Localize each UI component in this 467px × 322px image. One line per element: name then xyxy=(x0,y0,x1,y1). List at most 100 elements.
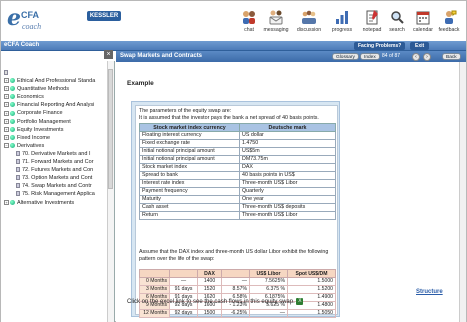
sidebar-item[interactable]: + Economics xyxy=(4,93,108,101)
excel-icon[interactable]: X xyxy=(296,298,304,305)
toolbar-messaging-button[interactable]: messaging xyxy=(260,9,292,33)
table-row: Maturity One year xyxy=(139,195,336,204)
sidebar-item[interactable]: + Fixed Income xyxy=(4,134,108,142)
sidebar-item[interactable]: + Ethical And Professional Standa xyxy=(4,77,108,85)
page-icon xyxy=(16,159,20,165)
prev-page-button[interactable]: ‹ xyxy=(412,52,420,61)
sidebar-item[interactable]: + Portfolio Management xyxy=(4,118,108,126)
topic-bullet-icon xyxy=(10,118,15,124)
table-cell: — xyxy=(221,277,250,286)
expand-icon[interactable]: + xyxy=(4,118,9,124)
intro-line: The parameters of the equity swap are: xyxy=(139,108,232,114)
table-cell: Return xyxy=(139,211,240,220)
table-row: 0 Months —1400—7.5625% 1.5000 xyxy=(139,277,336,286)
expand-icon[interactable]: + xyxy=(4,110,9,116)
table-cell: US$5m xyxy=(239,147,336,156)
sidebar-item-label: Portfolio Management xyxy=(17,118,71,125)
sidebar-close-button[interactable]: × xyxy=(104,50,113,59)
next-page-button[interactable]: › xyxy=(423,52,431,61)
toolbar-label: feedback xyxy=(438,27,460,33)
sidebar-item[interactable]: + Corporate Finance xyxy=(4,109,108,117)
main-panel: Facing Problems? Exit Swap Markets and C… xyxy=(116,42,466,322)
logo-cfa: CFA xyxy=(21,10,39,20)
sidebar: + Ethical And Professional Standa + Quantit… xyxy=(1,61,115,322)
table-row: 3 Months 91 days 1520 8.57% 6.375 % 1.5200 xyxy=(139,285,336,294)
rates-header-cell: Spot US$/DM xyxy=(287,269,336,278)
topic-bullet-icon xyxy=(10,86,15,92)
sidebar-item[interactable]: + Alternative Investments xyxy=(4,199,108,207)
index-button[interactable]: Index xyxy=(360,53,380,60)
table-row: 12 Months 92 days 1500 -6.25% —1.5050 xyxy=(139,309,336,318)
table-cell: Floating interest currency xyxy=(139,131,240,140)
sidebar-item[interactable]: 74. Swap Markets and Contr xyxy=(4,182,108,190)
table-cell: Spread to bank xyxy=(139,171,240,180)
table-cell: Interest rate index xyxy=(139,179,240,188)
sidebar-item-label: Economics xyxy=(17,94,44,101)
logo-coach: coach xyxy=(22,22,42,31)
toolbar-discussion-button[interactable]: discussion xyxy=(293,9,325,33)
intro-line: It is assumed that the investor pays the… xyxy=(139,115,319,121)
table-cell: 1.4750 xyxy=(239,139,336,148)
table-cell: -6.25% xyxy=(221,309,250,318)
exit-button[interactable]: Exit xyxy=(410,42,430,50)
terms-header-left: Stock market index currency xyxy=(139,123,240,132)
notepad-icon xyxy=(364,9,380,25)
sidebar-item-label: 73. Option Markets and Cont xyxy=(22,175,93,182)
sidebar-scrollbar[interactable] xyxy=(107,61,114,322)
sidebar-item[interactable]: 72. Futures Markets and Con xyxy=(4,166,108,174)
table-cell: 3 Months xyxy=(139,285,170,294)
sidebar-item-label: Derivatives xyxy=(17,142,45,149)
collapse-icon[interactable]: − xyxy=(4,142,9,148)
sidebar-item[interactable]: 75. Risk Management Applica xyxy=(4,190,108,198)
feedback-icon xyxy=(441,9,457,25)
progress-icon xyxy=(334,9,350,25)
calendar-icon xyxy=(415,9,431,25)
expand-icon[interactable]: + xyxy=(4,94,9,100)
glossary-button[interactable]: Glossary xyxy=(332,53,359,60)
sidebar-header xyxy=(1,51,115,61)
facing-problems-button[interactable]: Facing Problems? xyxy=(354,42,406,50)
table-cell: DM73.75m xyxy=(239,155,336,164)
expand-icon[interactable]: + xyxy=(4,78,9,84)
table-cell: Maturity xyxy=(139,195,240,204)
sidebar-item-label: Corporate Finance xyxy=(17,110,63,117)
topic-bullet-icon xyxy=(10,102,15,108)
expand-icon[interactable]: + xyxy=(4,134,9,140)
sidebar-scroll-thumb[interactable] xyxy=(108,69,113,189)
table-row: Spread to bank 40 basis points in US$ xyxy=(139,171,336,180)
rates-header-cell: US$ Libor xyxy=(249,269,288,278)
table-cell: Initial notional principal amount xyxy=(139,147,240,156)
sidebar-item[interactable]: 73. Option Markets and Cont xyxy=(4,174,108,182)
toolbar-feedback-button[interactable]: feedback xyxy=(433,9,465,33)
sidebar-item[interactable]: + Equity Investments xyxy=(4,126,108,134)
expand-icon[interactable]: + xyxy=(4,102,9,108)
expand-icon[interactable]: + xyxy=(4,86,9,92)
structure-link[interactable]: Structure xyxy=(416,289,443,295)
back-button[interactable]: Back xyxy=(442,53,461,60)
table-cell: 92 days xyxy=(169,309,198,318)
rates-header-cell xyxy=(169,269,198,278)
sidebar-item[interactable]: 70. Derivative Markets and I xyxy=(4,150,108,158)
toolbar-progress-button[interactable]: progress xyxy=(326,9,358,33)
rates-header-cell: DAX xyxy=(197,269,222,278)
toolbar-label: progress xyxy=(331,27,353,33)
main-scrollbar[interactable] xyxy=(459,62,466,322)
sidebar-item-label: Financial Reporting And Analysi xyxy=(17,102,95,109)
sidebar-item[interactable]: + Quantitative Methods xyxy=(4,85,108,93)
sidebar-item[interactable]: 71. Forward Markets and Cor xyxy=(4,158,108,166)
sidebar-item-label: 75. Risk Management Applica xyxy=(22,191,95,198)
table-cell: 6.375 % xyxy=(249,285,288,294)
sidebar-item[interactable]: + Financial Reporting And Analysi xyxy=(4,101,108,109)
sidebar-item-label: 74. Swap Markets and Contr xyxy=(22,183,92,190)
logo-e: e xyxy=(7,5,21,31)
sidebar-item[interactable]: − Derivatives xyxy=(4,142,108,150)
table-cell: 1400 xyxy=(197,277,222,286)
ecfa-coach-logo: e CFA coach xyxy=(7,5,77,37)
expand-icon[interactable]: + xyxy=(4,199,9,205)
page-icon xyxy=(16,167,20,173)
table-cell: Stock market index xyxy=(139,163,240,172)
table-cell: DAX xyxy=(239,163,336,172)
topic-tree: + Ethical And Professional Standa + Quantit… xyxy=(4,69,108,207)
expand-icon[interactable]: + xyxy=(4,126,9,132)
sidebar-item-label: Quantitative Methods xyxy=(17,86,69,93)
